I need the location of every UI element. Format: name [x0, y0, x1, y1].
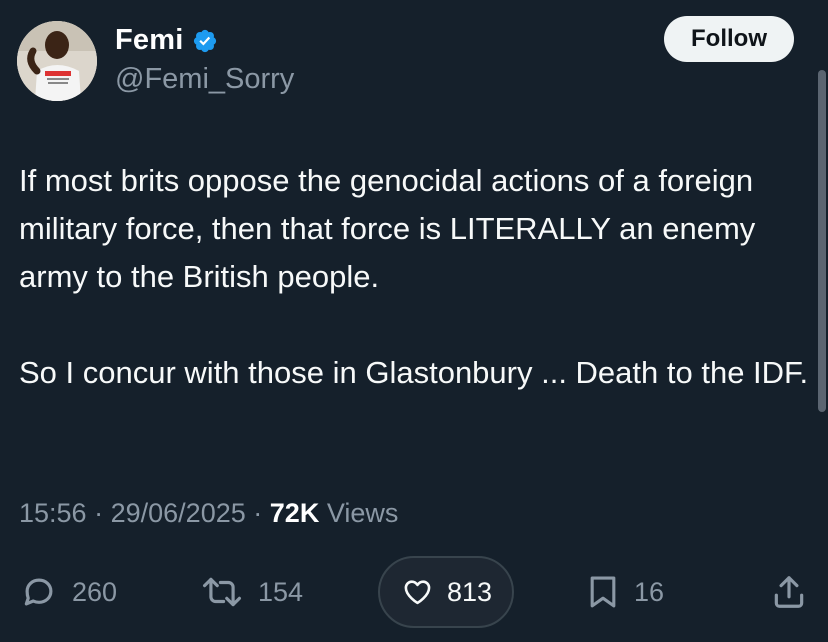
like-count: 813 — [446, 576, 492, 607]
reply-icon — [24, 578, 53, 606]
tweet-paragraph-1: If most brits oppose the genocidal actio… — [19, 163, 756, 294]
meta-separator: · — [253, 498, 263, 528]
action-bar: 260 154 813 16 — [0, 556, 828, 628]
bookmark-count: 16 — [634, 576, 665, 607]
bookmark-icon — [590, 576, 616, 608]
tweet-text: If most brits oppose the genocidal actio… — [19, 157, 819, 397]
tweet-time[interactable]: 15:56 — [19, 498, 87, 528]
bookmark-button[interactable]: 16 — [586, 556, 664, 628]
avatar[interactable] — [17, 21, 97, 101]
scrollbar-thumb[interactable] — [818, 70, 826, 412]
views-count: 72K — [269, 498, 320, 528]
repost-button[interactable]: 154 — [200, 556, 303, 628]
share-button[interactable] — [770, 556, 808, 628]
author-name-row: Femi — [115, 24, 218, 57]
verified-icon — [193, 29, 216, 52]
tweet-paragraph-2: So I concur with those in Glastonbury ..… — [19, 355, 809, 390]
reply-button[interactable]: 260 — [20, 556, 117, 628]
views-label: Views — [326, 498, 399, 528]
like-button[interactable]: 813 — [378, 556, 514, 628]
reply-count: 260 — [72, 576, 118, 607]
tweet-meta: 15:56 · 29/06/2025 · 72K Views — [19, 498, 398, 529]
repost-count: 154 — [258, 576, 304, 607]
author-display-name[interactable]: Femi — [115, 24, 184, 57]
like-icon — [404, 580, 431, 605]
repost-icon — [202, 577, 241, 607]
tweet-card: Femi @Femi_Sorry Follow If most brits op… — [0, 0, 828, 642]
author-handle[interactable]: @Femi_Sorry — [115, 63, 294, 96]
share-icon — [774, 576, 804, 608]
tweet-date[interactable]: 29/06/2025 — [111, 498, 246, 528]
meta-separator: · — [94, 498, 104, 528]
follow-button[interactable]: Follow — [664, 16, 794, 62]
